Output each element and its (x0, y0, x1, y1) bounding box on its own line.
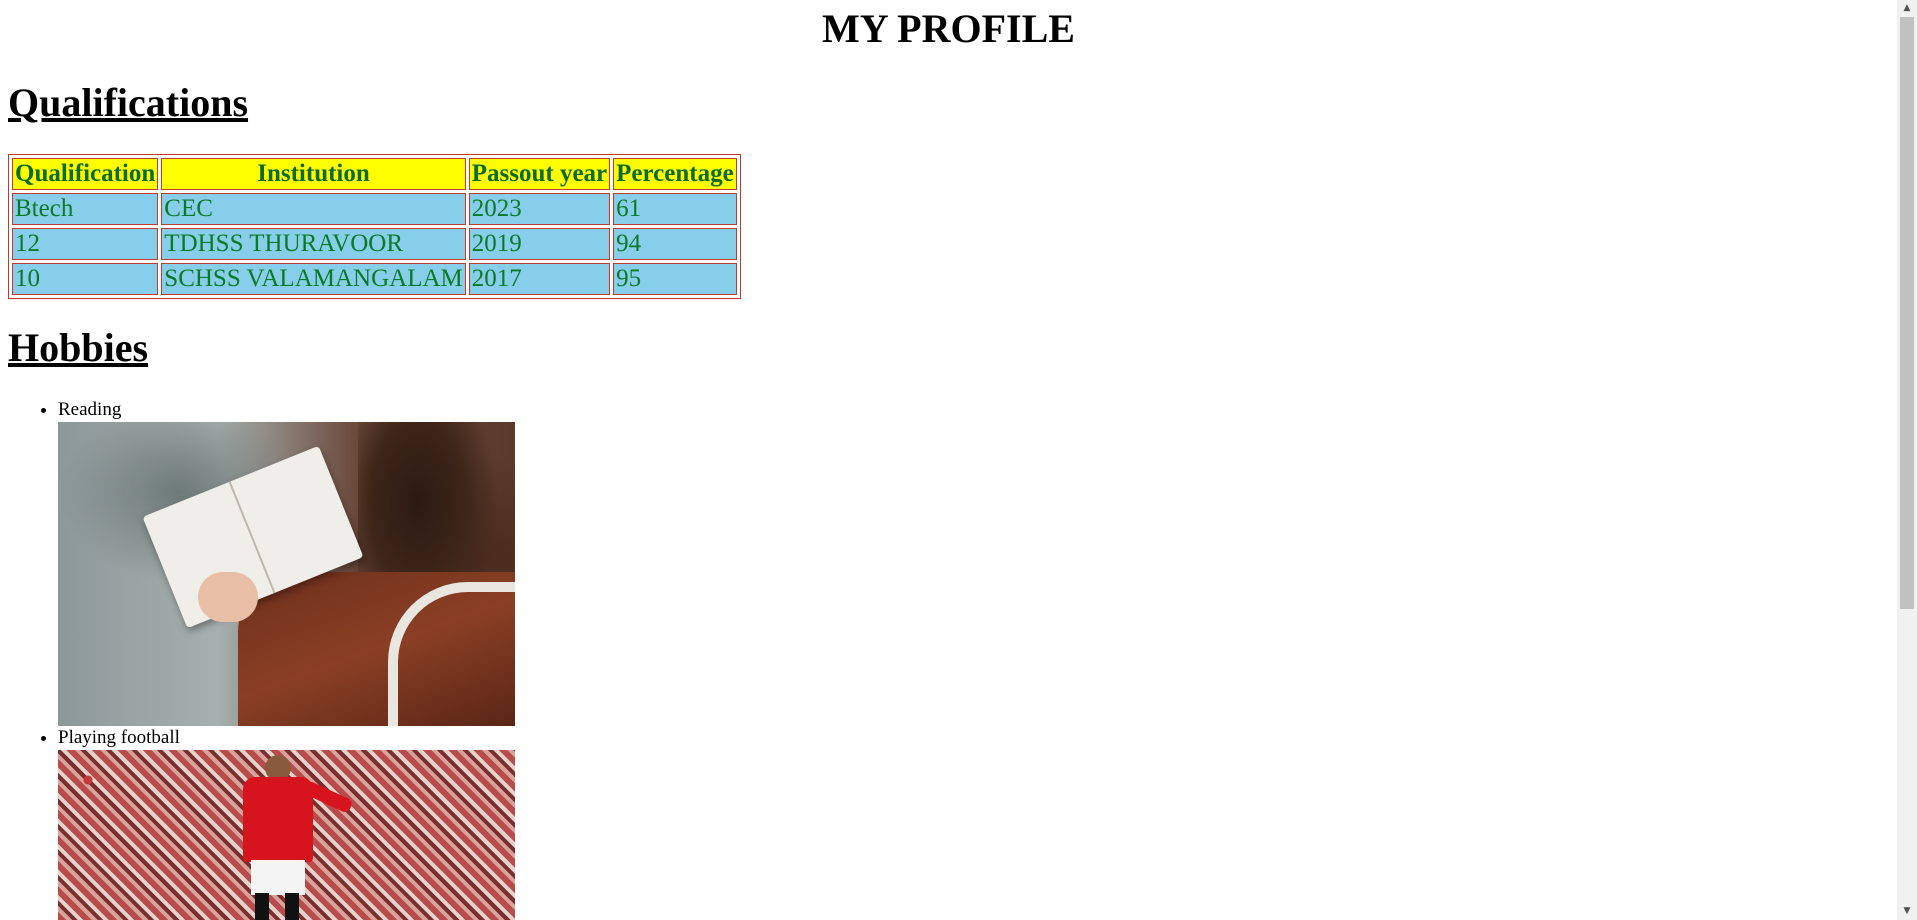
cell-qualification: 12 (12, 228, 159, 260)
woman-reading-book-photo (58, 422, 515, 726)
cell-passout-year: 2023 (468, 193, 611, 225)
column-header-institution: Institution (161, 158, 466, 190)
hobby-label: Playing football (58, 727, 180, 748)
column-header-percentage: Percentage (613, 158, 737, 190)
scroll-up-icon[interactable]: ▲ (1897, 0, 1917, 17)
hobby-label: Reading (58, 399, 122, 420)
cell-institution: SCHSS VALAMANGALAM (161, 263, 466, 295)
cell-passout-year: 2019 (468, 228, 611, 260)
football-player-photo (58, 750, 515, 920)
page-title: MY PROFILE (822, 6, 1075, 51)
table-row: Btech CEC 2023 61 (12, 193, 737, 225)
cell-passout-year: 2017 (468, 263, 611, 295)
cell-institution: CEC (161, 193, 466, 225)
vertical-scrollbar[interactable]: ▲ ▼ (1897, 0, 1917, 920)
cell-percentage: 95 (613, 263, 737, 295)
table-header-row: Qualification Institution Passout year P… (12, 158, 737, 190)
column-header-qualification: Qualification (12, 158, 159, 190)
player-shirt (243, 777, 313, 862)
column-header-passout-year: Passout year (468, 158, 611, 190)
hand-shape (198, 572, 258, 622)
scroll-down-icon[interactable]: ▼ (1897, 903, 1917, 920)
cell-qualification: 10 (12, 263, 159, 295)
table-row: 10 SCHSS VALAMANGALAM 2017 95 (12, 263, 737, 295)
player-leg (285, 893, 299, 920)
table-row: 12 TDHSS THURAVOOR 2019 94 (12, 228, 737, 260)
scrollbar-thumb[interactable] (1900, 17, 1914, 609)
page: MY PROFILE Qualifications Qualification … (0, 0, 1897, 920)
hobbies-heading: Hobbies (8, 325, 149, 370)
qualifications-heading: Qualifications (8, 80, 249, 125)
player-shorts (251, 860, 305, 895)
cell-percentage: 61 (613, 193, 737, 225)
cell-qualification: Btech (12, 193, 159, 225)
cell-institution: TDHSS THURAVOOR (161, 228, 466, 260)
qualifications-table: Qualification Institution Passout year P… (8, 154, 741, 299)
list-item: Playing football (58, 726, 515, 920)
player-figure (243, 755, 354, 920)
player-leg (255, 893, 269, 920)
list-item: Reading (58, 398, 515, 726)
cell-percentage: 94 (613, 228, 737, 260)
hobbies-list: Reading Playing football (0, 398, 515, 920)
